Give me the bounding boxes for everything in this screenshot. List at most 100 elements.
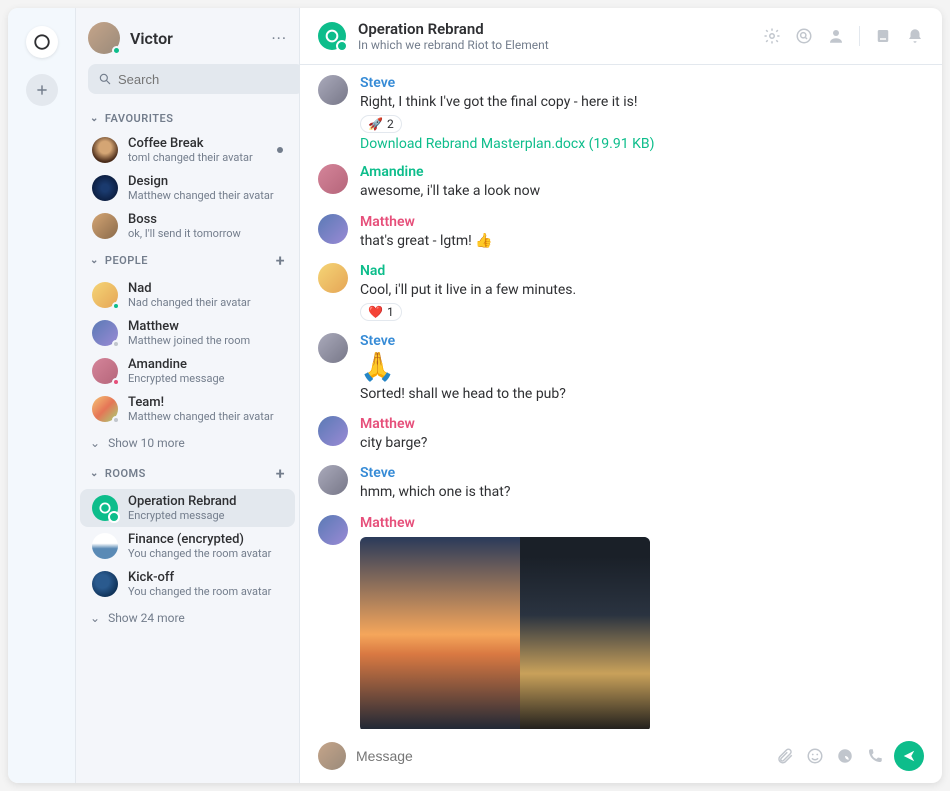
message-avatar[interactable]	[318, 75, 348, 105]
person-item[interactable]: Nad Nad changed their avatar	[80, 276, 295, 314]
message-avatar[interactable]	[318, 263, 348, 293]
favourites-header[interactable]: ⌄ FAVOURITES	[76, 106, 299, 131]
room-preview: Encrypted message	[128, 509, 283, 522]
chevron-down-icon: ⌄	[90, 468, 99, 479]
room-name: Team!	[128, 395, 283, 410]
room-avatar	[92, 571, 118, 597]
room-preview: You changed the room avatar	[128, 547, 283, 560]
room-name: Boss	[128, 212, 283, 227]
message-list[interactable]: SteveRight, I think I've got the final c…	[300, 65, 942, 729]
verified-shield-icon	[336, 40, 348, 52]
room-item[interactable]: Finance (encrypted) You changed the room…	[80, 527, 295, 565]
reaction-pill[interactable]: ❤️1	[360, 303, 402, 321]
room-name: Amandine	[128, 357, 283, 372]
send-icon	[902, 749, 916, 763]
search-input[interactable]	[118, 72, 294, 87]
room-preview: toml changed their avatar	[128, 151, 267, 164]
plus-icon	[35, 83, 49, 97]
message-image[interactable]	[360, 537, 650, 729]
room-name: Matthew	[128, 319, 283, 334]
call-button[interactable]	[866, 747, 884, 765]
message-sender: Steve	[360, 75, 924, 91]
favourite-item[interactable]: Design Matthew changed their avatar	[80, 169, 295, 207]
person-item[interactable]: Matthew Matthew joined the room	[80, 314, 295, 352]
emoji-button[interactable]	[806, 747, 824, 765]
add-room-button[interactable]: +	[276, 464, 285, 483]
sticker-button[interactable]	[836, 747, 854, 765]
search-icon	[795, 27, 813, 45]
send-button[interactable]	[894, 741, 924, 771]
settings-button[interactable]	[763, 27, 781, 45]
room-header: Operation Rebrand In which we rebrand Ri…	[300, 8, 942, 65]
message-text: Right, I think I've got the final copy -…	[360, 92, 924, 112]
message-text: city barge?	[360, 433, 924, 453]
paperclip-icon	[776, 747, 794, 765]
attach-button[interactable]	[776, 747, 794, 765]
bell-icon	[906, 27, 924, 45]
message-input[interactable]	[356, 748, 766, 764]
show-more-rooms[interactable]: ⌄ Show 24 more	[76, 603, 299, 633]
message: Matthewcity barge?	[318, 410, 924, 459]
user-header: Victor ···	[76, 8, 299, 64]
add-space-button[interactable]	[26, 74, 58, 106]
room-preview: ok, I'll send it tomorrow	[128, 227, 283, 240]
search-room-button[interactable]	[795, 27, 813, 45]
person-item[interactable]: Amandine Encrypted message	[80, 352, 295, 390]
search-input-container[interactable]	[88, 64, 300, 94]
room-avatar	[92, 175, 118, 201]
files-button[interactable]	[874, 27, 892, 45]
divider	[859, 26, 860, 46]
chevron-down-icon: ⌄	[90, 113, 99, 124]
room-item[interactable]: Operation Rebrand Encrypted message	[80, 489, 295, 527]
message-text: that's great - lgtm! 👍	[360, 231, 924, 251]
message-avatar[interactable]	[318, 164, 348, 194]
notifications-button[interactable]	[906, 27, 924, 45]
room-avatar	[92, 282, 118, 308]
home-space-button[interactable]	[26, 26, 58, 58]
room-avatar[interactable]	[318, 22, 346, 50]
reaction-pill[interactable]: 🚀2	[360, 115, 402, 133]
message-avatar[interactable]	[318, 333, 348, 363]
gear-icon	[763, 27, 781, 45]
message: Matthewthat's great - lgtm! 👍	[318, 208, 924, 257]
room-name: Design	[128, 174, 283, 189]
message-avatar[interactable]	[318, 416, 348, 446]
message-sender: Nad	[360, 263, 924, 279]
file-link[interactable]: Download Rebrand Masterplan.docx (19.91 …	[360, 136, 924, 152]
room-name: Operation Rebrand	[128, 494, 283, 509]
room-preview: Matthew changed their avatar	[128, 189, 283, 202]
favourite-item[interactable]: Coffee Break toml changed their avatar	[80, 131, 295, 169]
search-icon	[98, 72, 112, 86]
unread-indicator	[277, 147, 283, 153]
message: SteveRight, I think I've got the final c…	[318, 69, 924, 158]
message-avatar[interactable]	[318, 465, 348, 495]
favourite-item[interactable]: Boss ok, I'll send it tomorrow	[80, 207, 295, 245]
add-person-button[interactable]: +	[276, 251, 285, 270]
person-item[interactable]: Team! Matthew changed their avatar	[80, 390, 295, 428]
message: Amandineawesome, i'll take a look now	[318, 158, 924, 207]
room-preview: You changed the room avatar	[128, 585, 283, 598]
room-name: Finance (encrypted)	[128, 532, 283, 547]
people-header[interactable]: ⌄ PEOPLE +	[76, 245, 299, 276]
room-avatar	[92, 495, 118, 521]
sticker-icon	[836, 747, 854, 765]
chevron-down-icon: ⌄	[90, 611, 100, 625]
rooms-header[interactable]: ⌄ ROOMS +	[76, 458, 299, 489]
chevron-down-icon: ⌄	[90, 255, 99, 266]
message-sender: Steve	[360, 465, 924, 481]
message: Steve🙏Sorted! shall we head to the pub?	[318, 327, 924, 410]
message-avatar[interactable]	[318, 515, 348, 545]
room-name: Kick-off	[128, 570, 283, 585]
room-topic: In which we rebrand Riot to Element	[358, 38, 751, 52]
user-menu-button[interactable]: ···	[271, 29, 287, 48]
user-avatar[interactable]	[88, 22, 120, 54]
show-more-people[interactable]: ⌄ Show 10 more	[76, 428, 299, 458]
message-text: hmm, which one is that?	[360, 482, 924, 502]
message-avatar[interactable]	[318, 214, 348, 244]
room-item[interactable]: Kick-off You changed the room avatar	[80, 565, 295, 603]
message: Matthew	[318, 509, 924, 729]
user-name: Victor	[130, 29, 271, 48]
members-button[interactable]	[827, 27, 845, 45]
room-avatar	[92, 213, 118, 239]
book-icon	[874, 27, 892, 45]
